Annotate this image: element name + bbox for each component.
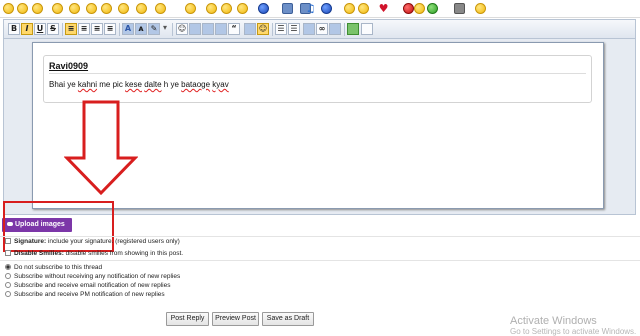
disable-smilies-description: disable smilies from showing in this pos… (65, 250, 184, 257)
smile-icon[interactable] (358, 3, 369, 14)
toolbar-separator (62, 23, 63, 36)
subscription-option[interactable]: Subscribe and receive PM notification of… (5, 291, 165, 298)
subscription-label: Do not subscribe to this thread (14, 264, 103, 271)
underline-button[interactable]: U (34, 23, 46, 35)
chevron-down-icon[interactable]: ▾ (161, 23, 169, 35)
alert-icon[interactable] (403, 3, 414, 14)
quote-text: Bhai ye kahni me pic kese dalte h ye bat… (49, 80, 229, 89)
layout-icon[interactable] (347, 23, 359, 35)
smile-icon[interactable] (475, 3, 486, 14)
disable-smilies-checkbox[interactable] (5, 250, 11, 256)
film-icon[interactable] (454, 3, 465, 14)
smile-icon[interactable] (118, 3, 129, 14)
subscription-option[interactable]: Do not subscribe to this thread (5, 264, 102, 271)
misspelled-word: bataoge (181, 80, 211, 89)
save-draft-button[interactable]: Save as Draft (262, 312, 314, 326)
smile-icon[interactable] (206, 3, 217, 14)
smile-icon[interactable] (155, 3, 166, 14)
align-left-icon[interactable]: ≡ (65, 23, 77, 35)
bold-button[interactable]: B (8, 23, 20, 35)
toolbar-separator (344, 23, 345, 36)
rocket-icon[interactable] (237, 3, 248, 14)
emoji-icon[interactable]: ☺ (257, 23, 269, 35)
smile-icon[interactable] (52, 3, 63, 14)
divider (0, 260, 640, 261)
source-icon[interactable] (361, 23, 373, 35)
help-icon[interactable] (258, 3, 269, 14)
misspelled-word: kese (125, 80, 142, 89)
smile-icon[interactable] (221, 3, 232, 14)
star-icon[interactable] (136, 3, 147, 14)
misspelled-word: kyav (212, 80, 229, 89)
link-icon[interactable]: ∞ (316, 23, 328, 35)
quote-word: me pic (97, 80, 126, 89)
lightbulb-icon[interactable] (344, 3, 355, 14)
align-right-icon[interactable]: ≡ (91, 23, 103, 35)
highlight-icon[interactable]: ✎ (148, 23, 160, 35)
smile-icon[interactable] (185, 3, 196, 14)
quote-author: Ravi0909 (49, 61, 89, 71)
toolbar-separator (119, 23, 120, 36)
subscription-radio[interactable] (5, 264, 11, 270)
smile-icon[interactable] (32, 3, 43, 14)
subscription-option[interactable]: Subscribe without receiving any notifica… (5, 273, 180, 280)
subscription-radio[interactable] (5, 291, 11, 297)
save-icon[interactable] (244, 23, 256, 35)
preview-post-button[interactable]: Preview Post (212, 312, 259, 326)
subscription-label: Subscribe without receiving any notifica… (14, 273, 181, 280)
smile-icon[interactable] (17, 3, 28, 14)
smile-icon[interactable] (101, 3, 112, 14)
align-center-icon[interactable]: ≡ (78, 23, 90, 35)
image-icon[interactable] (282, 3, 293, 14)
insert-link-icon[interactable] (202, 23, 214, 35)
smile-icon[interactable] (414, 3, 425, 14)
activate-windows-watermark: Activate Windows (510, 315, 597, 327)
disable-smilies-label: Disable Smilies: (14, 250, 64, 257)
code-icon[interactable] (303, 23, 315, 35)
insert-image-icon[interactable] (189, 23, 201, 35)
subscription-radio[interactable] (5, 282, 11, 288)
signature-option[interactable]: Signature: include your signature. (regi… (5, 238, 180, 245)
annotation-arrow (64, 100, 138, 196)
music-note-icon[interactable]: ♫ (305, 3, 316, 14)
heart-icon[interactable]: ♥ (378, 3, 389, 14)
signature-label: Signature: (14, 238, 47, 245)
bug-icon[interactable] (427, 3, 438, 14)
bullet-list-icon[interactable]: ☰ (275, 23, 287, 35)
misspelled-word: dalte (144, 80, 162, 89)
subscription-radio[interactable] (5, 273, 11, 279)
smilies-bar: ♫ ♥ (0, 0, 640, 18)
font-color-button[interactable]: A (122, 23, 134, 35)
question-icon[interactable] (321, 3, 332, 14)
quote-word: Bhai ye (49, 80, 78, 89)
disable-smilies-option[interactable]: Disable Smilies: disable smilies from sh… (5, 250, 183, 257)
smile-icon[interactable] (3, 3, 14, 14)
signature-checkbox[interactable] (5, 238, 11, 244)
thumbs-up-icon[interactable] (86, 3, 97, 14)
smile-icon[interactable] (69, 3, 80, 14)
misspelled-word: kahni (77, 80, 98, 89)
numbered-list-icon[interactable]: ☰ (288, 23, 300, 35)
email-icon[interactable] (329, 23, 341, 35)
smilies-icon[interactable]: ☺ (176, 23, 188, 35)
quote-word: h ye (161, 80, 182, 89)
strikethrough-button[interactable]: S (47, 23, 59, 35)
subscription-option[interactable]: Subscribe and receive email notification… (5, 282, 170, 289)
font-size-icon[interactable]: ᴀ (135, 23, 147, 35)
post-reply-button[interactable]: Post Reply (166, 312, 209, 326)
quote-divider (49, 73, 586, 74)
quote-icon[interactable]: “ (228, 23, 240, 35)
insert-video-icon[interactable] (215, 23, 227, 35)
editor-toolbar: B I U S ≡ ≡ ≡ ≡ A ᴀ ✎ ▾ ☺ “ ☺ ☰ ☰ ∞ (4, 20, 635, 39)
quote-block: Ravi0909 Bhai ye kahni me pic kese dalte… (43, 55, 592, 103)
toolbar-separator (172, 23, 173, 36)
italic-button[interactable]: I (21, 23, 33, 35)
signature-description: include your signature. (registered user… (47, 238, 180, 245)
subscription-label: Subscribe and receive email notification… (14, 282, 171, 289)
toolbar-separator (272, 23, 273, 36)
subscription-label: Subscribe and receive PM notification of… (14, 291, 165, 298)
align-justify-icon[interactable]: ≡ (104, 23, 116, 35)
divider (0, 236, 640, 237)
